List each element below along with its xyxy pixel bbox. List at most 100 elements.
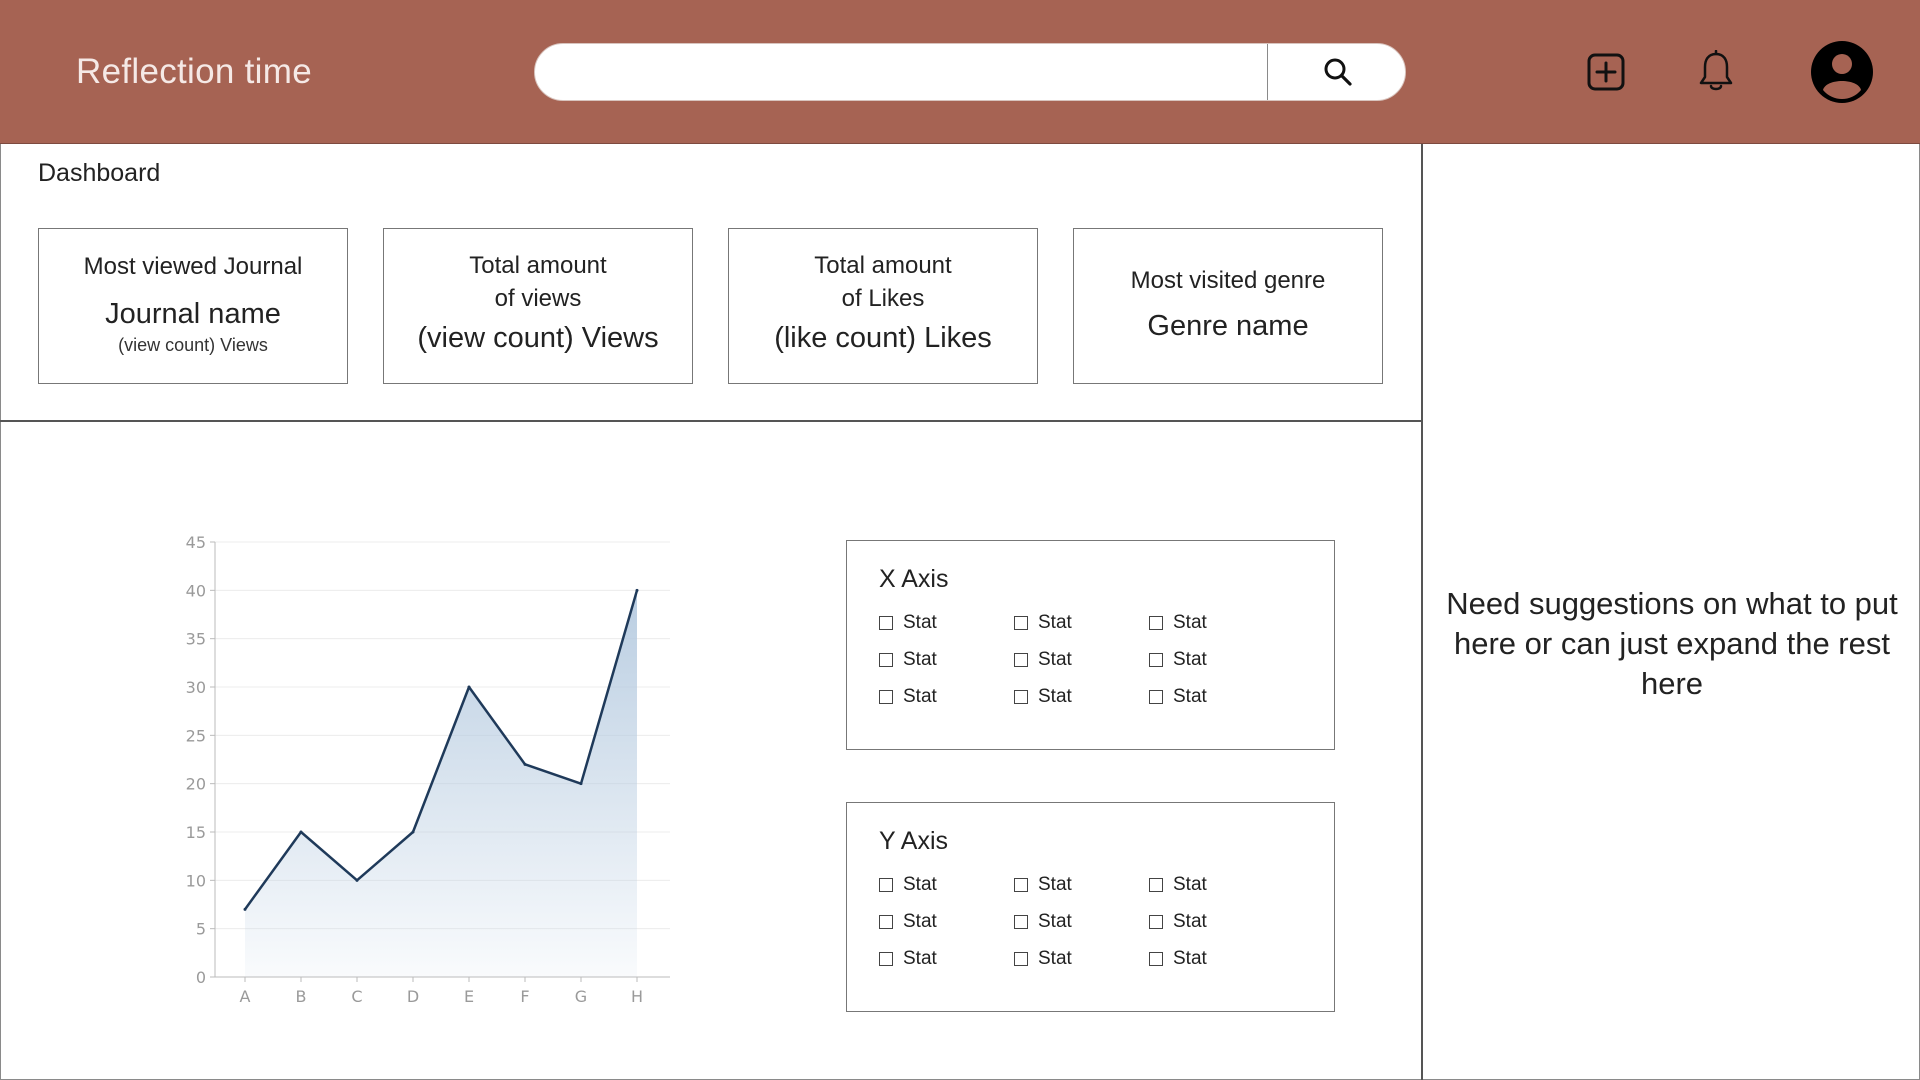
most-viewed-journal-card[interactable]: Most viewed Journal Journal name (view c…	[38, 228, 348, 384]
panel-divider	[1421, 144, 1423, 1080]
card-label: Most viewed Journal	[83, 253, 303, 280]
data-point	[635, 588, 639, 592]
x-axis-stat-option-label: Stat	[1038, 649, 1072, 670]
most-visited-genre-card[interactable]: Most visited genre Genre name	[1073, 228, 1383, 384]
y-tick-label: 5	[196, 920, 206, 939]
card-label: of views	[494, 285, 582, 312]
user-avatar-button[interactable]	[1810, 40, 1874, 104]
notifications-button[interactable]	[1694, 48, 1738, 96]
y-axis-stat-option[interactable]: Stat	[879, 947, 1014, 971]
x-tick-label: F	[520, 987, 529, 1006]
data-point	[243, 907, 247, 911]
y-axis-stat-option-label: Stat	[1038, 948, 1072, 969]
data-point	[579, 782, 583, 786]
x-axis-stat-checkbox[interactable]	[1149, 690, 1163, 704]
x-axis-stat-checkbox[interactable]	[1014, 653, 1028, 667]
y-axis-stat-option[interactable]: Stat	[1149, 873, 1284, 897]
x-tick-label: B	[296, 987, 307, 1006]
x-axis-stat-option[interactable]: Stat	[879, 611, 1014, 635]
y-axis-stat-option[interactable]: Stat	[879, 910, 1014, 934]
y-tick-label: 30	[186, 678, 206, 697]
data-point	[299, 830, 303, 834]
x-axis-stat-checkbox[interactable]	[879, 653, 893, 667]
y-axis-stat-option[interactable]: Stat	[1014, 910, 1149, 934]
journal-name-value: Journal name	[105, 298, 281, 330]
x-tick-label: H	[631, 987, 643, 1006]
y-axis-stat-option-label: Stat	[1038, 911, 1072, 932]
x-axis-stat-option-label: Stat	[1038, 686, 1072, 707]
y-tick-label: 35	[186, 630, 206, 649]
stats-chart: 0 5 10 15 20 25 30 35 40 45 A B C D E F G H	[186, 533, 670, 1006]
y-axis-stat-option[interactable]: Stat	[1014, 873, 1149, 897]
y-axis-stat-option-label: Stat	[903, 874, 937, 895]
total-likes-value: (like count) Likes	[774, 322, 992, 354]
x-axis-stat-checkbox[interactable]	[879, 690, 893, 704]
card-label: Total amount	[814, 252, 952, 279]
x-axis-stat-option-label: Stat	[1173, 649, 1207, 670]
search-button[interactable]	[1267, 44, 1405, 100]
y-axis-stat-checkbox[interactable]	[1149, 915, 1163, 929]
y-axis-stat-option[interactable]: Stat	[1014, 947, 1149, 971]
x-axis-stat-option-label: Stat	[903, 649, 937, 670]
x-axis-stat-checkbox[interactable]	[1149, 616, 1163, 630]
y-axis-stat-option[interactable]: Stat	[1149, 947, 1284, 971]
x-axis-stat-option-label: Stat	[903, 612, 937, 633]
y-axis-stat-option-label: Stat	[1038, 874, 1072, 895]
x-axis-stat-option[interactable]: Stat	[1014, 685, 1149, 709]
x-axis-stat-option[interactable]: Stat	[1149, 648, 1284, 672]
x-tick-label: C	[351, 987, 362, 1006]
user-avatar-icon	[1811, 41, 1873, 103]
top-bar: Reflection time	[0, 0, 1920, 144]
x-axis-stat-checkbox[interactable]	[1149, 653, 1163, 667]
y-axis-selector: Y Axis Stat Stat Stat Stat Stat Stat Stat Stat S…	[846, 802, 1335, 1012]
y-axis-stat-option[interactable]: Stat	[1149, 910, 1284, 934]
y-axis-stat-checkbox[interactable]	[1149, 878, 1163, 892]
y-tick-label: 0	[196, 968, 206, 987]
data-point	[467, 685, 471, 689]
x-axis-stat-checkbox[interactable]	[1014, 616, 1028, 630]
x-axis-stat-option-label: Stat	[1038, 612, 1072, 633]
y-axis-stat-checkbox[interactable]	[1014, 915, 1028, 929]
x-axis-stat-option-label: Stat	[1173, 686, 1207, 707]
data-point	[411, 830, 415, 834]
x-axis-stat-option-label: Stat	[1173, 612, 1207, 633]
search-input[interactable]	[535, 44, 1267, 100]
card-label: of Likes	[841, 285, 925, 312]
y-tick-label: 10	[186, 871, 206, 890]
y-axis-stat-option[interactable]: Stat	[879, 873, 1014, 897]
dashboard-section: Dashboard Most viewed Journal Journal na…	[0, 144, 1422, 422]
y-axis-stat-checkbox[interactable]	[879, 878, 893, 892]
x-axis-stat-checkbox[interactable]	[879, 616, 893, 630]
search-bar	[534, 43, 1406, 101]
x-tick-label: D	[407, 987, 419, 1006]
y-axis-stat-option-label: Stat	[1173, 911, 1207, 932]
journal-views-value: (view count) Views	[118, 335, 268, 355]
add-journal-button[interactable]	[1584, 50, 1628, 94]
x-tick-label: G	[575, 987, 587, 1006]
y-axis-stat-checkbox[interactable]	[1014, 878, 1028, 892]
x-tick-label: A	[240, 987, 251, 1006]
x-axis-selector: X Axis Stat Stat Stat Stat Stat Stat Stat Stat S…	[846, 540, 1335, 750]
total-views-card[interactable]: Total amount of views (view count) Views	[383, 228, 693, 384]
x-axis-stat-option[interactable]: Stat	[879, 685, 1014, 709]
y-axis-stat-checkbox[interactable]	[1149, 952, 1163, 966]
x-axis-stat-option[interactable]: Stat	[1014, 611, 1149, 635]
card-label: Most visited genre	[1130, 267, 1326, 294]
y-axis-stat-checkbox[interactable]	[879, 952, 893, 966]
y-tick-label: 15	[186, 823, 206, 842]
y-axis-stat-option-label: Stat	[903, 911, 937, 932]
y-axis-stat-checkbox[interactable]	[1014, 952, 1028, 966]
data-point	[523, 762, 527, 766]
x-axis-stat-checkbox[interactable]	[1014, 690, 1028, 704]
y-axis-stat-option-label: Stat	[1173, 874, 1207, 895]
x-axis-stat-option[interactable]: Stat	[1149, 611, 1284, 635]
x-axis-stat-option[interactable]: Stat	[879, 648, 1014, 672]
x-axis-stat-option[interactable]: Stat	[1149, 685, 1284, 709]
total-likes-card[interactable]: Total amount of Likes (like count) Likes	[728, 228, 1038, 384]
x-axis-options: Stat Stat Stat Stat Stat Stat Stat Stat Stat	[879, 611, 1284, 709]
data-point	[355, 878, 359, 882]
x-axis-title: X Axis	[879, 565, 949, 593]
x-axis-stat-option[interactable]: Stat	[1014, 648, 1149, 672]
y-axis-stat-option-label: Stat	[903, 948, 937, 969]
y-axis-stat-checkbox[interactable]	[879, 915, 893, 929]
